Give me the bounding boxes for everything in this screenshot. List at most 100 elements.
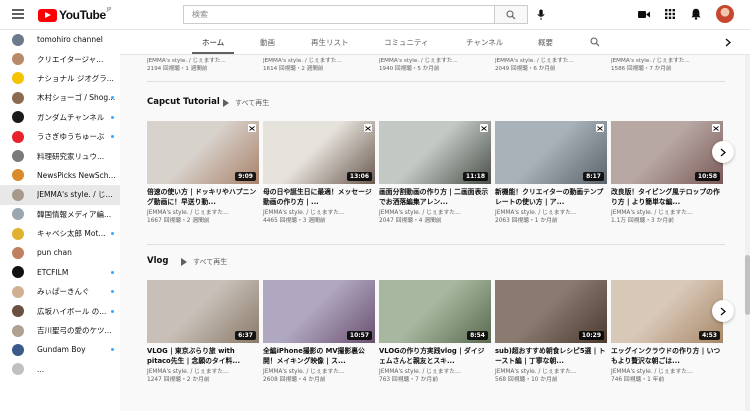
sidebar-channel-item[interactable]: 料理研究家リュウ... [0, 146, 120, 165]
tab-channels[interactable]: チャンネル [466, 37, 503, 48]
video-card[interactable]: 11:18 画面分割動画の作り方 | 二画面表示でお洒落編集アレン... JEMMA… [379, 121, 491, 225]
sidebar-channel-item[interactable]: うさぎゆうちゅーぶ [0, 127, 120, 146]
sidebar-channel-item[interactable]: 広坂ハイボール の... [0, 301, 120, 320]
video-thumbnail[interactable]: 10:29 [495, 280, 607, 343]
notifications-bell-icon[interactable] [690, 8, 702, 20]
channel-avatar [12, 343, 24, 356]
video-thumbnail[interactable]: 8:17 [495, 121, 607, 184]
video-thumbnail[interactable]: 6:37 [147, 280, 259, 343]
page-scrollbar[interactable] [745, 55, 750, 411]
apps-grid-icon[interactable] [664, 8, 676, 20]
sidebar-channel-item[interactable]: ナショナル ジオグラ... [0, 69, 120, 88]
video-meta-partial[interactable]: JEMMA's style. / じぇますた... 1940 回視聴・5 か月前 [379, 57, 493, 73]
video-thumbnail[interactable]: 8:54 [379, 280, 491, 343]
video-channel[interactable]: JEMMA's style. / じぇますた... [495, 368, 607, 376]
video-meta-partial[interactable]: JEMMA's style. / じぇますた... 2194 回視聴・1 週間前 [147, 57, 261, 73]
search-icon [506, 9, 516, 19]
sidebar-channel-item[interactable]: キャベシ太郎 Mot... [0, 224, 120, 243]
sidebar-channel-item[interactable]: 木村ショーゴ / Shog... [0, 88, 120, 107]
video-meta-partial[interactable]: JEMMA's style. / じぇますた... 2049 回視聴・6 か月前 [495, 57, 609, 73]
video-title[interactable]: 母の日や誕生日に最適！メッセージ動画の作り方 | ... [263, 188, 375, 207]
shelf-next-arrow[interactable] [712, 141, 734, 163]
search-button[interactable] [494, 5, 528, 24]
sidebar-channel-item[interactable]: NewsPicks NewSch... [0, 166, 120, 185]
sidebar-channel-item[interactable]: ... [0, 360, 120, 379]
account-avatar[interactable] [716, 5, 734, 23]
video-title[interactable]: VLOGの作り方実践vlog | ダイジェムさんと親友とスキ... [379, 347, 491, 366]
video-title[interactable]: エッグインクラウドの作り方 | いつもより贅沢な朝ごは... [611, 347, 723, 366]
video-duration: 10:29 [578, 331, 604, 340]
video-title[interactable]: 画面分割動画の作り方 | 二画面表示でお洒落編集アレン... [379, 188, 491, 207]
video-thumbnail[interactable]: 13:06 [263, 121, 375, 184]
hamburger-menu-icon[interactable] [12, 9, 24, 19]
channel-avatar [12, 111, 24, 124]
chevron-right-icon[interactable] [725, 38, 731, 47]
sidebar-channel-item[interactable]: ガンダムチャンネル [0, 108, 120, 127]
channel-avatar [12, 285, 24, 298]
sidebar-channel-item[interactable]: Gundam Boy [0, 340, 120, 359]
sidebar-channel-item[interactable]: クリエイタージャ... [0, 49, 120, 68]
tab-videos[interactable]: 動画 [260, 37, 275, 48]
scrollbar-thumb[interactable] [745, 255, 750, 315]
video-card[interactable]: 8:54 VLOGの作り方実践vlog | ダイジェムさんと親友とスキ... JEM… [379, 280, 491, 384]
video-channel[interactable]: JEMMA's style. / じぇますた... [611, 209, 723, 217]
channel-name: みぃぱーきんぐ [37, 287, 90, 297]
sidebar-channel-item[interactable]: みぃぱーきんぐ [0, 282, 120, 301]
shelf-next-arrow[interactable] [712, 300, 734, 322]
channel-name: ETCFILM [37, 267, 69, 277]
channel-avatar [12, 188, 24, 201]
tab-playlists[interactable]: 再生リスト [311, 37, 349, 48]
video-title[interactable]: 改良版！タイピング風テロップの作り方 | より簡単な編... [611, 188, 723, 207]
tab-home[interactable]: ホーム [202, 37, 224, 48]
video-thumbnail[interactable]: 10:58 [611, 121, 723, 184]
play-icon [181, 258, 187, 266]
video-title[interactable]: 倍速の使い方 | ドッキリやハプニング動画に！早送り動... [147, 188, 259, 207]
video-thumbnail[interactable]: 11:18 [379, 121, 491, 184]
video-channel[interactable]: JEMMA's style. / じぇますた... [495, 209, 607, 217]
video-card[interactable]: 10:29 sub)超おすすめ朝食レシピ5選 | トースト編 | 丁寧な朝... J… [495, 280, 607, 384]
video-meta-partial[interactable]: JEMMA's style. / じぇますた... 1614 回視聴・2 週間前 [263, 57, 377, 73]
channel-search-icon[interactable] [590, 37, 600, 47]
shelf-title-vlog[interactable]: Vlog [147, 256, 168, 266]
video-thumbnail[interactable]: 4:53 [611, 280, 723, 343]
video-card[interactable]: 10:57 全編iPhone撮影の MV撮影裏公開！メイキング映像 | ス... J… [263, 280, 375, 384]
video-duration: 8:17 [583, 172, 604, 181]
video-title[interactable]: 新機能！クリエイターの動画テンプレートの使い方 | ア... [495, 188, 607, 207]
video-stats: 1667 回視聴・2 週間前 [147, 218, 210, 224]
video-meta-partial[interactable]: JEMMA's style. / じぇますた... 1586 回視聴・7 か月前 [611, 57, 725, 73]
video-card[interactable]: 4:53 エッグインクラウドの作り方 | いつもより贅沢な朝ごは... JEMMA'… [611, 280, 723, 384]
shelf-title-capcut[interactable]: Capcut Tutorial [147, 97, 220, 107]
sidebar-channel-item[interactable]: tomohiro channel [0, 30, 120, 49]
youtube-logo[interactable]: YouTube JP [38, 7, 111, 22]
video-thumbnail[interactable]: 10:57 [263, 280, 375, 343]
video-channel[interactable]: JEMMA's style. / じぇますた... [263, 209, 375, 217]
video-channel[interactable]: JEMMA's style. / じぇますた... [147, 209, 259, 217]
sidebar-channel-item[interactable]: JEMMA's style. / じ... [0, 185, 120, 205]
sidebar-channel-item[interactable]: pun chan [0, 243, 120, 262]
sidebar-channel-item[interactable]: 吉川聖弓の愛のケツ... [0, 321, 120, 340]
video-card[interactable]: 6:37 VLOG | 東京ぶらり旅 with pitaco先生 | 念願のタイ料… [147, 280, 259, 384]
video-channel[interactable]: JEMMA's style. / じぇますた... [379, 209, 491, 217]
tab-about[interactable]: 概要 [538, 37, 553, 48]
video-channel[interactable]: JEMMA's style. / じぇますた... [611, 368, 723, 376]
create-video-icon[interactable] [638, 8, 650, 20]
microphone-icon[interactable] [536, 7, 546, 23]
video-channel[interactable]: JEMMA's style. / じぇますた... [379, 368, 491, 376]
video-title[interactable]: sub)超おすすめ朝食レシピ5選 | トースト編 | 丁寧な朝... [495, 347, 607, 366]
channel-avatar [12, 227, 24, 240]
video-card[interactable]: 8:17 新機能！クリエイターの動画テンプレートの使い方 | ア... JEMMA'… [495, 121, 607, 225]
video-channel[interactable]: JEMMA's style. / じぇますた... [263, 368, 375, 376]
video-title[interactable]: 全編iPhone撮影の MV撮影裏公開！メイキング映像 | ス... [263, 347, 375, 366]
video-title[interactable]: VLOG | 東京ぶらり旅 with pitaco先生 | 念願のタイ料... [147, 347, 259, 366]
sidebar-channel-item[interactable]: ETCFILM [0, 263, 120, 282]
video-thumbnail[interactable]: 9:09 [147, 121, 259, 184]
video-card[interactable]: 10:58 改良版！タイピング風テロップの作り方 | より簡単な編... JEMMA… [611, 121, 723, 225]
video-channel[interactable]: JEMMA's style. / じぇますた... [147, 368, 259, 376]
video-card[interactable]: 9:09 倍速の使い方 | ドッキリやハプニング動画に！早送り動... JEMMA'… [147, 121, 259, 225]
sidebar-channel-item[interactable]: 韓国情報メディア編... [0, 205, 120, 224]
play-all-button-vlog[interactable]: すべて再生 [181, 257, 227, 267]
search-input[interactable]: 検索 [183, 5, 494, 24]
video-card[interactable]: 13:06 母の日や誕生日に最適！メッセージ動画の作り方 | ... JEMMA's… [263, 121, 375, 225]
play-all-button-capcut[interactable]: すべて再生 [223, 98, 269, 108]
tab-community[interactable]: コミュニティ [384, 37, 429, 48]
